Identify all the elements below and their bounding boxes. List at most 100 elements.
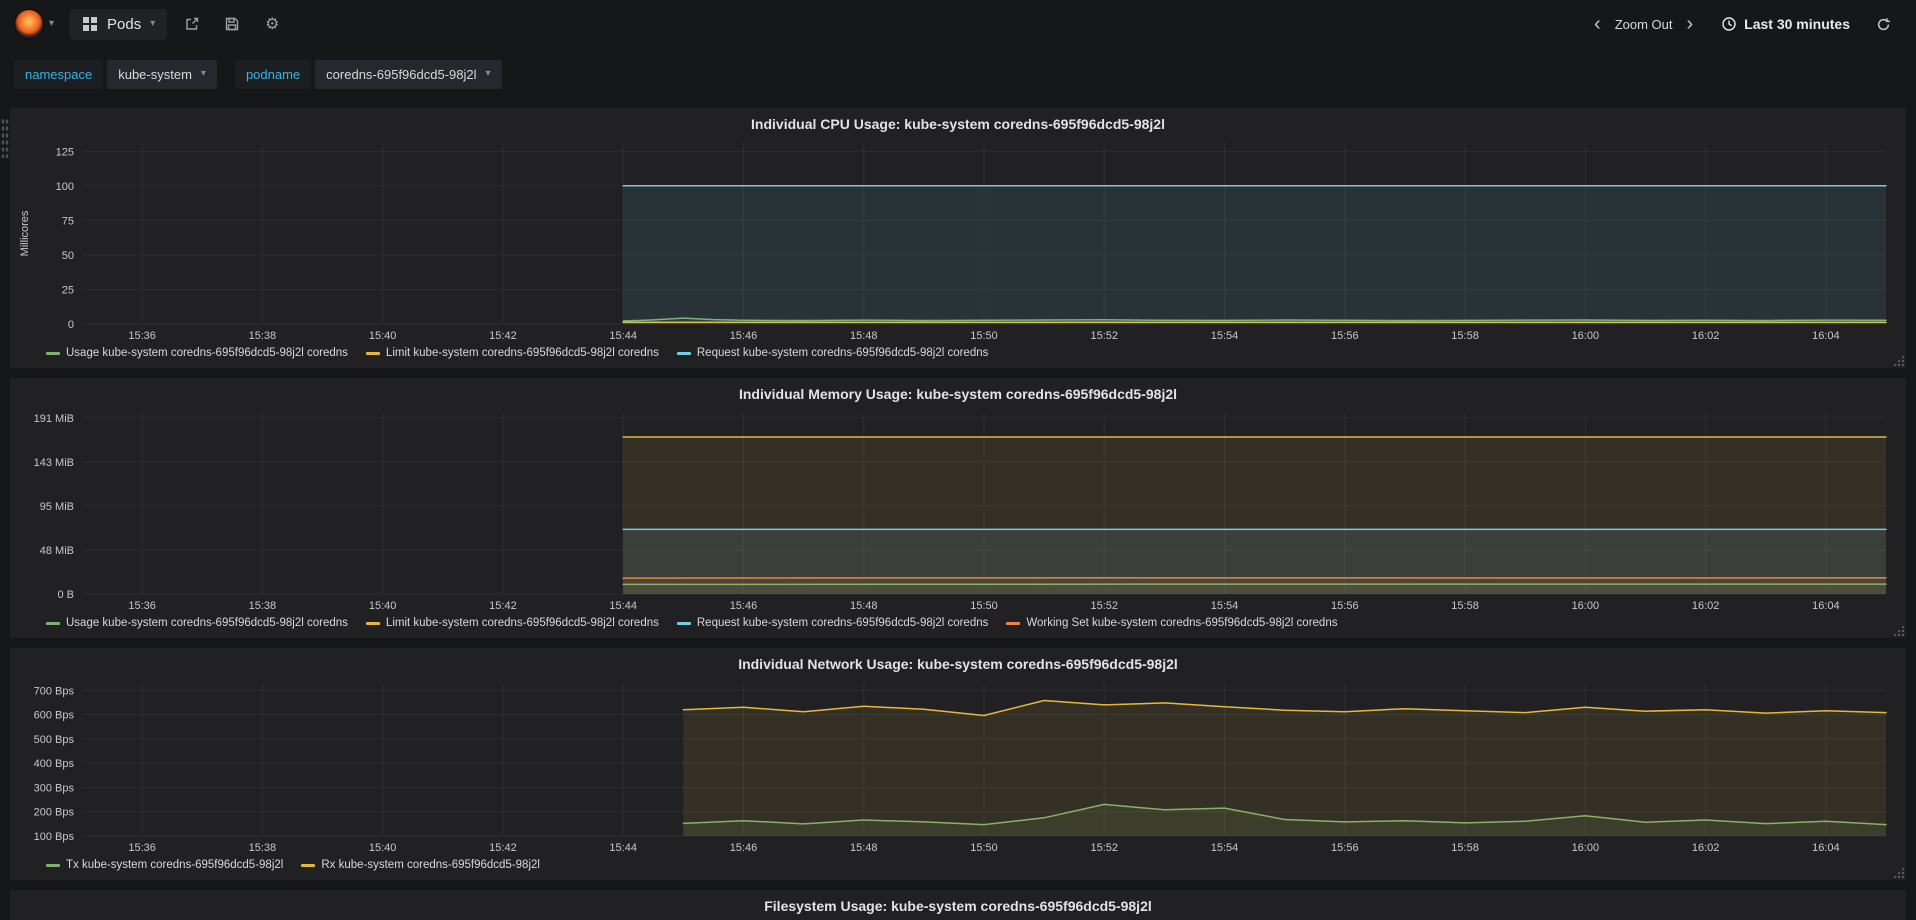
legend-series-swatch (676, 351, 691, 355)
network-usage-legend: Tx kube-system coredns-695f96dcd5-98j2l R… (16, 856, 1900, 873)
x-tick-label: 15:42 (489, 842, 517, 854)
legend-item[interactable]: Working Set kube-system coredns-695f96dc… (1006, 617, 1337, 629)
save-button[interactable] (217, 9, 247, 39)
grafana-logo-button[interactable]: ▾ (8, 9, 60, 39)
x-tick-label: 15:50 (970, 330, 998, 342)
y-tick-label: 700 Bps (34, 685, 75, 697)
y-axis-label: Millicores (19, 210, 31, 256)
y-tick-label: 50 (62, 250, 74, 262)
cpu-usage-chart[interactable]: 0 25 50 75 100 125 15:36 15:38 15:40 15:42 15:44 15… (16, 136, 1900, 344)
share-icon (186, 17, 199, 30)
legend-series-label: Usage kube-system coredns-695f96dcd5-98j… (66, 347, 348, 359)
x-tick-label: 15:50 (970, 842, 998, 854)
x-tick-label: 16:04 (1812, 600, 1840, 612)
x-tick-label: 15:54 (1211, 842, 1239, 854)
dashboard-picker[interactable]: Pods ▾ (70, 8, 168, 40)
series-fill (623, 577, 1887, 594)
share-button[interactable] (177, 9, 207, 39)
org-caret-down-icon: ▾ (49, 18, 55, 29)
x-tick-label: 15:56 (1331, 842, 1359, 854)
apps-grid-icon (83, 17, 98, 31)
x-tick-label: 15:38 (249, 330, 277, 342)
memory-usage-chart[interactable]: 0 B 48 MiB 95 MiB 143 MiB 191 MiB 15:36 15:38 1… (16, 406, 1900, 614)
chevron-left-icon: ‹ (1594, 13, 1601, 35)
legend-item[interactable]: Rx kube-system coredns-695f96dcd5-98j2l (301, 859, 540, 871)
cpu-usage-legend: Usage kube-system coredns-695f96dcd5-98j… (16, 344, 1900, 361)
y-tick-label: 25 (62, 284, 74, 296)
panel-individual-memory-usage: Individual Memory Usage: kube-system cor… (10, 378, 1906, 638)
legend-series-label: Tx kube-system coredns-695f96dcd5-98j2l (66, 859, 284, 871)
x-tick-label: 15:40 (369, 330, 397, 342)
variable-podname-dropdown[interactable]: coredns-695f96dcd5-98j2l ▾ (315, 59, 502, 89)
x-tick-label: 16:02 (1692, 842, 1720, 854)
series-fill (623, 185, 1887, 324)
time-shift-back-button[interactable]: ‹ (1586, 14, 1609, 34)
y-tick-label: 0 B (57, 589, 74, 601)
x-tick-label: 15:56 (1331, 600, 1359, 612)
y-tick-label: 0 (68, 319, 74, 331)
legend-item[interactable]: Request kube-system coredns-695f96dcd5-9… (676, 617, 989, 629)
x-tick-label: 15:54 (1211, 600, 1239, 612)
y-tick-label: 200 Bps (34, 807, 75, 819)
x-tick-label: 15:56 (1331, 330, 1359, 342)
variable-podname: podname coredns-695f96dcd5-98j2l ▾ (234, 59, 502, 89)
legend-item[interactable]: Limit kube-system coredns-695f96dcd5-98j… (365, 347, 659, 359)
panel-title[interactable]: Individual Network Usage: kube-system co… (16, 652, 1900, 676)
y-tick-label: 125 (56, 146, 74, 158)
gear-icon: ⚙ (265, 16, 280, 33)
refresh-button[interactable] (1868, 9, 1898, 39)
legend-series-swatch (46, 351, 60, 355)
legend-series-label: Usage kube-system coredns-695f96dcd5-98j… (66, 617, 348, 629)
legend-series-swatch (301, 863, 316, 867)
settings-button[interactable]: ⚙ (257, 9, 287, 39)
legend-item[interactable]: Usage kube-system coredns-695f96dcd5-98j… (46, 347, 348, 359)
template-variables-bar: namespace kube-system ▾ podname coredns-… (0, 48, 1916, 100)
variable-podname-value: coredns-695f96dcd5-98j2l (326, 66, 477, 82)
x-tick-label: 15:38 (249, 842, 277, 854)
legend-series-label: Request kube-system coredns-695f96dcd5-9… (696, 347, 989, 359)
x-tick-label: 15:54 (1211, 330, 1239, 342)
x-tick-label: 15:46 (730, 330, 758, 342)
legend-item[interactable]: Usage kube-system coredns-695f96dcd5-98j… (46, 617, 348, 629)
legend-item[interactable]: Tx kube-system coredns-695f96dcd5-98j2l (46, 859, 283, 871)
panel-title[interactable]: Individual Memory Usage: kube-system cor… (16, 382, 1900, 406)
legend-series-label: Rx kube-system coredns-695f96dcd5-98j2l (321, 859, 540, 871)
x-tick-label: 15:46 (730, 600, 758, 612)
zoom-out-button[interactable]: Zoom Out (1613, 17, 1675, 32)
legend-series-swatch (365, 351, 380, 355)
panel-title[interactable]: Individual CPU Usage: kube-system coredn… (16, 112, 1900, 136)
y-tick-label: 191 MiB (34, 413, 74, 425)
x-tick-label: 15:58 (1451, 600, 1479, 612)
x-tick-label: 15:52 (1091, 842, 1119, 854)
time-shift-forward-button[interactable]: › (1679, 14, 1702, 34)
save-icon (226, 17, 239, 31)
x-tick-label: 15:48 (850, 330, 878, 342)
y-tick-label: 48 MiB (40, 545, 74, 557)
legend-series-label: Working Set kube-system coredns-695f96dc… (1026, 617, 1338, 629)
caret-down-icon: ▾ (200, 68, 206, 79)
x-tick-label: 15:48 (850, 600, 878, 612)
dashboard-title: Pods (107, 15, 142, 33)
series-fill (683, 700, 1886, 836)
legend-series-label: Request kube-system coredns-695f96dcd5-9… (696, 617, 989, 629)
y-tick-label: 143 MiB (34, 457, 74, 469)
time-range-picker-button[interactable]: Last 30 minutes (1705, 16, 1864, 32)
sidebar-toggle-grip[interactable] (1, 118, 9, 158)
y-tick-label: 500 Bps (34, 734, 75, 746)
x-tick-label: 15:36 (128, 600, 156, 612)
x-tick-label: 15:58 (1451, 842, 1479, 854)
panel-title[interactable]: Filesystem Usage: kube-system coredns-69… (16, 894, 1900, 918)
legend-series-swatch (1006, 621, 1021, 625)
dashboard-body: Individual CPU Usage: kube-system coredn… (0, 100, 1916, 920)
x-tick-label: 16:02 (1692, 330, 1720, 342)
legend-series-swatch (46, 863, 60, 867)
legend-series-label: Limit kube-system coredns-695f96dcd5-98j… (385, 617, 659, 629)
network-usage-chart[interactable]: 100 Bps 200 Bps 300 Bps 400 Bps 500 Bps 600 B… (16, 676, 1900, 856)
variable-namespace-dropdown[interactable]: kube-system ▾ (107, 59, 217, 89)
x-tick-label: 15:52 (1091, 330, 1119, 342)
y-tick-label: 95 MiB (40, 501, 74, 513)
legend-item[interactable]: Limit kube-system coredns-695f96dcd5-98j… (365, 617, 659, 629)
legend-item[interactable]: Request kube-system coredns-695f96dcd5-9… (676, 347, 989, 359)
caret-down-icon: ▾ (485, 68, 491, 79)
time-range-label: Last 30 minutes (1744, 16, 1850, 32)
